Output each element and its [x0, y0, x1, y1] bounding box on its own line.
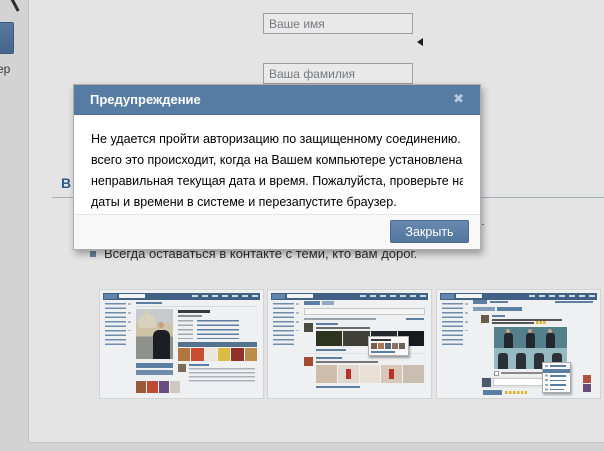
mini-smiley-dots	[536, 321, 546, 324]
tooltip-arrow-icon	[417, 38, 423, 46]
mini-dropdown-menu	[542, 362, 571, 393]
mini-sidebar-counters	[128, 303, 131, 331]
mini-vk-logo	[104, 294, 117, 299]
mini-sidebar-counters	[296, 303, 299, 331]
mini-top-menu	[192, 295, 258, 297]
vk-news-feed-screenshot	[268, 290, 431, 398]
last-name-input[interactable]	[263, 63, 413, 84]
mini-header-bar	[103, 293, 260, 300]
mini-photo-strip	[178, 348, 257, 361]
close-button[interactable]: Закрыть	[390, 220, 469, 243]
mini-sidebar-links	[442, 303, 463, 345]
dialog-title: Предупреждение	[90, 92, 201, 107]
mini-header-bar	[271, 293, 428, 300]
left-edge-text-fragment: ер	[0, 62, 10, 76]
blue-tab-fragment	[0, 22, 14, 54]
mini-vk-logo	[441, 294, 454, 299]
cursor-fragment-icon	[9, 0, 19, 12]
vk-profile-page-screenshot	[100, 290, 263, 398]
close-icon[interactable]: ✖	[453, 92, 464, 106]
mini-vk-logo	[272, 294, 285, 299]
mini-sidebar-counters	[465, 303, 468, 331]
mini-top-menu	[529, 295, 595, 297]
mini-profile-photo	[136, 309, 173, 359]
section-heading-fragment: В	[61, 175, 71, 191]
mini-search-box	[119, 294, 145, 298]
dialog-footer: Закрыть	[74, 214, 480, 249]
dialog-message: Не удается пройти авторизацию по защищен…	[74, 115, 480, 213]
mini-friends-row	[136, 381, 180, 393]
mini-sidebar-links	[273, 303, 294, 345]
warning-dialog: Предупреждение ✖ Не удается пройти автор…	[73, 84, 481, 250]
bullet-icon	[90, 251, 96, 257]
mini-top-menu	[360, 295, 426, 297]
mini-search-box	[287, 294, 313, 298]
screenshot-root: ер В й. Всегда оставаться в контакте с т…	[0, 0, 604, 451]
dialog-header: Предупреждение ✖	[74, 85, 480, 115]
first-name-input[interactable]	[263, 13, 413, 34]
mini-sidebar-links	[105, 303, 126, 345]
mini-search-box	[456, 294, 482, 298]
mini-tooltip	[368, 336, 409, 356]
mini-smiley-row	[505, 391, 527, 394]
vk-photo-view-screenshot	[437, 290, 600, 398]
mini-header-bar	[440, 293, 597, 300]
mini-light-photo-row	[316, 365, 424, 383]
